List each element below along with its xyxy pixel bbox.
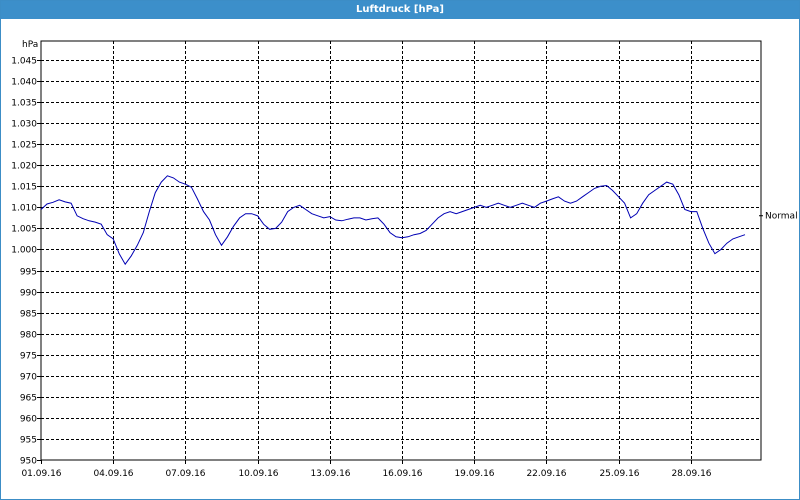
y-tick-label: 965	[20, 394, 37, 404]
x-tick-label: 07.09.16	[165, 469, 205, 479]
y-tick-label: 985	[20, 310, 37, 320]
x-tick-label: 10.09.16	[238, 469, 278, 479]
x-tick-label: 13.09.16	[310, 469, 350, 479]
y-tick-label: 1.045	[11, 57, 37, 67]
y-tick-label: 1.000	[11, 246, 37, 256]
y-tick-label: 1.010	[11, 204, 37, 214]
series-line	[40, 175, 746, 266]
y-tick-label: 975	[20, 352, 37, 362]
y-tick-label: 970	[20, 373, 37, 383]
series-end-label: Normal	[765, 212, 798, 222]
y-tick-label: 1.030	[11, 120, 37, 130]
x-tick-label: 04.09.16	[93, 469, 133, 479]
y-axis-label: hPa	[22, 40, 38, 50]
y-tick-label: 1.035	[11, 99, 37, 109]
y-tick-label: 1.005	[11, 225, 37, 235]
grid-lines	[41, 41, 761, 460]
y-tick-label: 990	[20, 289, 37, 299]
pressure-chart: 950 955 960 965 970 975 980 985 990 995 1.000 1.005…	[11, 40, 798, 479]
y-tick-label: 980	[20, 331, 37, 341]
y-tick-label: 960	[20, 415, 37, 425]
y-tick-label: 1.040	[11, 78, 37, 88]
x-axis: 01.09.16 04.09.16 07.09.16 10.09.16 13.09.16…	[21, 460, 712, 479]
x-tick-label: 25.09.16	[599, 469, 639, 479]
y-tick-label: 950	[20, 457, 37, 467]
y-tick-label: 995	[20, 268, 37, 278]
x-tick-label: 28.09.16	[671, 469, 711, 479]
y-tick-label: 1.015	[11, 183, 37, 193]
x-tick-label: 19.09.16	[454, 469, 494, 479]
x-tick-label: 16.09.16	[382, 469, 422, 479]
y-tick-label: 1.025	[11, 141, 37, 151]
series-layer: Normal	[40, 175, 798, 266]
y-tick-label: 1.020	[11, 162, 37, 172]
y-axis: 950 955 960 965 970 975 980 985 990 995 1.000 1.005…	[11, 57, 41, 467]
y-tick-label: 955	[20, 436, 37, 446]
x-tick-label: 01.09.16	[21, 469, 61, 479]
x-tick-label: 22.09.16	[526, 469, 566, 479]
